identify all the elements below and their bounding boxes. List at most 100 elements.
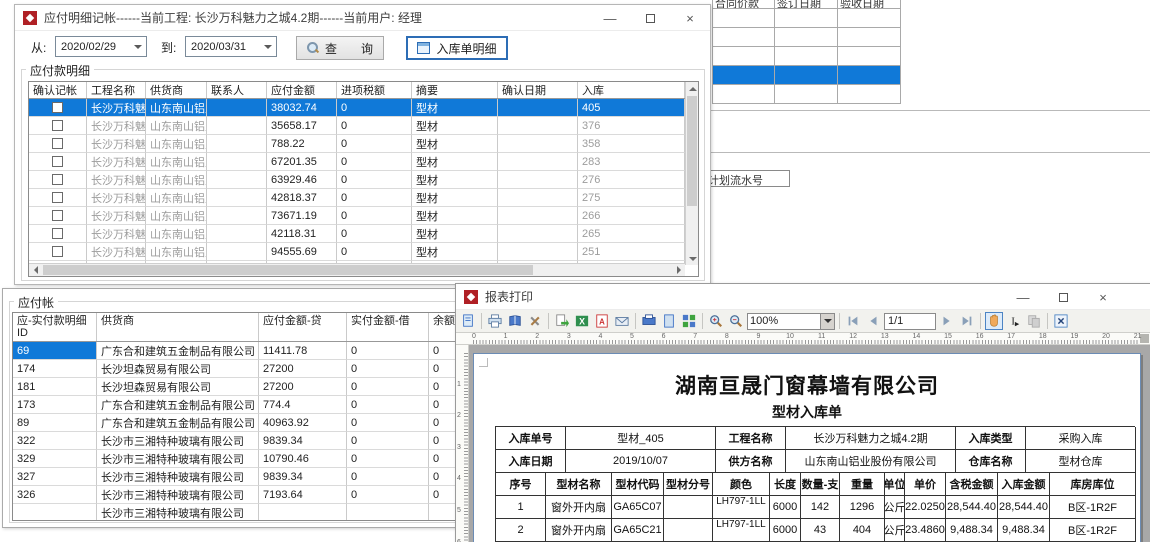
next-page-icon[interactable] [938, 312, 956, 330]
inbound-no-cell: 266 [578, 207, 685, 225]
report-page: 湖南亘晟门窗幕墙有限公司 型材入库单 入库单号型材_405工程名称长沙万科魅力之… [473, 353, 1141, 542]
project-cell: 长沙万科魅力... [87, 225, 146, 243]
table-row[interactable]: 长沙万科魅力...山东南山铝业...35658.170型材376 [29, 117, 685, 135]
grid-icon[interactable] [680, 312, 698, 330]
mail-icon[interactable] [613, 312, 631, 330]
confirm-checkbox[interactable] [52, 246, 63, 257]
payable-detail-window: 应付明细记帐------当前工程: 长沙万科魅力之城4.2期------当前用户… [14, 4, 711, 285]
report-print-window: 报表打印 — × X A 100% [455, 283, 1150, 542]
detail-cell: 6000 [770, 496, 801, 519]
from-date-combo[interactable]: 2020/02/29 [55, 36, 147, 57]
confirm-checkbox[interactable] [52, 102, 63, 113]
zoom-out-icon[interactable] [727, 312, 745, 330]
pdf-icon[interactable]: A [593, 312, 611, 330]
scroll-down-icon[interactable] [686, 252, 699, 265]
confirm-checkbox[interactable] [52, 120, 63, 131]
inbound-detail-button[interactable]: 入库单明细 [406, 36, 508, 60]
first-page-icon[interactable] [844, 312, 862, 330]
supplier-cell: 广东合和建筑五金制品有限公司 [97, 414, 259, 432]
credit-cell: 10790.46 [259, 450, 347, 468]
minimize-button[interactable]: — [590, 5, 630, 31]
text-select-icon[interactable]: I [1005, 312, 1023, 330]
checkbox-cell [29, 207, 87, 225]
detail-cell: 公斤 [885, 519, 905, 542]
scroll-right-icon[interactable] [672, 264, 685, 276]
confirm-checkbox[interactable] [52, 156, 63, 167]
ruler-number: 7 [693, 333, 697, 340]
document-icon[interactable] [459, 312, 477, 330]
close-button[interactable]: × [670, 5, 710, 31]
table-row[interactable]: 长沙万科魅力...山东南山铝业...42818.370型材275 [29, 189, 685, 207]
column-header: 库房库位 [1050, 473, 1136, 496]
zoom-in-icon[interactable] [707, 312, 725, 330]
column-header: 摘要 [412, 82, 498, 98]
vertical-scrollbar[interactable] [685, 82, 698, 265]
tax-cell: 0 [337, 189, 412, 207]
detail-cell: LH797-1LL [713, 496, 770, 519]
table-row[interactable]: 长沙万科魅力...山东南山铝业...63929.460型材276 [29, 171, 685, 189]
detail-cell: B区-1R2F [1050, 519, 1136, 542]
panel-divider [710, 152, 1150, 153]
chevron-down-icon[interactable] [130, 38, 145, 55]
table-row[interactable]: 长沙万科魅力...山东南山铝业...38032.740型材405 [29, 99, 685, 117]
titlebar[interactable]: 应付明细记帐------当前工程: 长沙万科魅力之城4.2期------当前用户… [15, 5, 710, 31]
debit-cell: 0 [347, 468, 429, 486]
page-number-input[interactable]: 1/1 [884, 313, 936, 330]
table-row[interactable]: 长沙万科魅力...山东南山铝业...42118.310型材265 [29, 225, 685, 243]
maximize-button[interactable] [630, 5, 670, 31]
print-icon[interactable] [486, 312, 504, 330]
chevron-down-icon[interactable] [260, 38, 275, 55]
hand-tool-icon[interactable] [985, 312, 1003, 330]
close-button[interactable]: × [1083, 284, 1123, 310]
scroll-up-icon[interactable] [686, 82, 699, 95]
table-row[interactable] [713, 85, 900, 104]
tools-icon[interactable] [526, 312, 544, 330]
scrollbar-thumb[interactable] [687, 96, 697, 206]
table-row[interactable]: 长沙万科魅力...山东南山铝业...67201.350型材283 [29, 153, 685, 171]
confirm-checkbox[interactable] [52, 192, 63, 203]
maximize-button[interactable] [1043, 284, 1083, 310]
debit-cell: 0 [347, 360, 429, 378]
confirm-checkbox[interactable] [52, 138, 63, 149]
table-row[interactable]: 长沙万科魅力...山东南山铝业...94555.690型材251 [29, 243, 685, 261]
zoom-level-combo[interactable]: 100% [747, 313, 835, 330]
copy-icon[interactable] [1025, 312, 1043, 330]
table-row[interactable] [713, 28, 900, 47]
table-cell [838, 47, 901, 66]
query-button[interactable]: 查 询 [296, 36, 384, 60]
report-preview[interactable]: 123456 湖南亘晟门窗幕墙有限公司 型材入库单 入库单号型材_405工程名称… [456, 345, 1150, 542]
column-header: 入库金额 [998, 473, 1050, 496]
plan-serial-field[interactable]: 计划流水号 [704, 170, 790, 187]
confirm-checkbox[interactable] [52, 210, 63, 221]
scroll-left-icon[interactable] [29, 264, 42, 276]
table-row[interactable]: 长沙万科魅力...山东南山铝业...788.220型材358 [29, 135, 685, 153]
page-setup-icon[interactable] [660, 312, 678, 330]
table-body: 长沙万科魅力...山东南山铝业...38032.740型材405长沙万科魅力..… [29, 99, 685, 265]
to-date-combo[interactable]: 2020/03/31 [185, 36, 277, 57]
summary-cell: 型材 [412, 243, 498, 261]
table-row[interactable] [713, 9, 900, 28]
prev-page-icon[interactable] [864, 312, 882, 330]
report-table: 入库单号型材_405工程名称长沙万科魅力之城4.2期入库类型采购入库入库日期20… [495, 426, 1135, 542]
chevron-down-icon[interactable] [820, 314, 834, 329]
table-row[interactable]: 长沙万科魅力...山东南山铝业...73671.190型材266 [29, 207, 685, 225]
horizontal-scrollbar[interactable] [29, 263, 685, 276]
print-setup-icon[interactable] [640, 312, 658, 330]
confirm-date-cell [498, 171, 578, 189]
scrollbar-thumb[interactable] [43, 265, 533, 275]
close-preview-icon[interactable] [1052, 312, 1070, 330]
titlebar[interactable]: 报表打印 — × [456, 284, 1150, 310]
table-row[interactable] [713, 47, 900, 66]
minimize-button[interactable]: — [1003, 284, 1043, 310]
payable-detail-table: 确认记帐工程名称供货商联系人应付金额进项税额摘要确认日期入库 长沙万科魅力...… [28, 81, 699, 277]
confirm-checkbox[interactable] [52, 174, 63, 185]
book-icon[interactable] [506, 312, 524, 330]
table-row[interactable] [713, 66, 900, 85]
export-icon[interactable] [553, 312, 571, 330]
column-header: 含税金额 [946, 473, 998, 496]
last-page-icon[interactable] [958, 312, 976, 330]
excel-icon[interactable]: X [573, 312, 591, 330]
supplier-cell: 山东南山铝业... [146, 171, 207, 189]
horizontal-ruler: 0123456789101112131415161718192021 [456, 333, 1150, 345]
confirm-checkbox[interactable] [52, 228, 63, 239]
